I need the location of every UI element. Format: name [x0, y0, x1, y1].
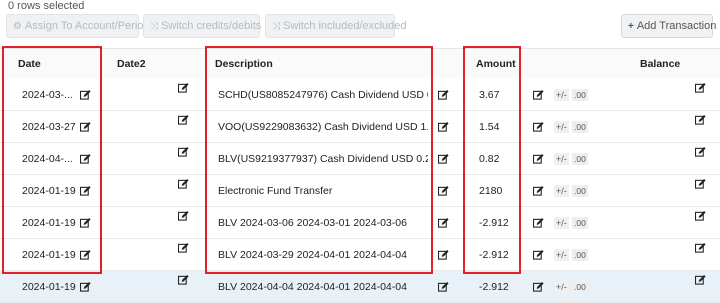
date-column-highlight [2, 46, 102, 274]
decimal-button[interactable]: .00 [572, 121, 588, 133]
shuffle-icon: ⤨ [272, 21, 280, 32]
toolbar: ⚙ Assign To Account/Period ⤨ Switch credit… [0, 12, 720, 40]
toggle-sign-button[interactable]: +/- [554, 89, 569, 101]
decimal-button[interactable]: .00 [572, 89, 588, 101]
edit-icon[interactable] [438, 186, 449, 196]
decimal-button[interactable]: .00 [572, 217, 588, 229]
edit-icon[interactable] [695, 115, 706, 125]
edit-icon[interactable] [695, 211, 706, 221]
edit-icon[interactable] [178, 83, 189, 93]
edit-icon[interactable] [178, 211, 189, 221]
header-balance[interactable]: Balance [640, 49, 680, 79]
edit-icon[interactable] [533, 186, 544, 196]
edit-icon[interactable] [533, 90, 544, 100]
amount-column-highlight [463, 46, 521, 274]
edit-icon[interactable] [533, 154, 544, 164]
toggle-sign-button[interactable]: +/- [554, 249, 569, 261]
edit-icon[interactable] [533, 122, 544, 132]
decimal-button[interactable]: .00 [572, 249, 588, 261]
edit-icon[interactable] [695, 179, 706, 189]
gear-icon: ⚙ [13, 21, 22, 32]
edit-icon[interactable] [178, 115, 189, 125]
amount-cell[interactable]: -2.912 [479, 271, 519, 302]
edit-icon[interactable] [438, 250, 449, 260]
table-row[interactable]: 2024-01-19 BLV 2024-04-04 2024-04-01 2024… [0, 271, 720, 303]
edit-icon[interactable] [178, 243, 189, 253]
edit-icon[interactable] [695, 83, 706, 93]
edit-icon[interactable] [178, 275, 189, 285]
edit-icon[interactable] [533, 282, 544, 292]
toggle-sign-button[interactable]: +/- [554, 217, 569, 229]
edit-icon[interactable] [695, 147, 706, 157]
date-cell[interactable]: 2024-01-19 [22, 271, 78, 302]
add-transaction-button[interactable]: + Add Transaction [621, 14, 716, 38]
decimal-button[interactable]: .00 [572, 153, 588, 165]
switch-included-button[interactable]: ⤨ Switch included/excluded [265, 14, 407, 38]
edit-icon[interactable] [695, 243, 706, 253]
edit-icon[interactable] [178, 147, 189, 157]
toggle-sign-button[interactable]: +/- [554, 185, 569, 197]
description-column-highlight [205, 46, 433, 274]
shuffle-icon: ⤨ [150, 21, 158, 32]
edit-icon[interactable] [438, 122, 449, 132]
decimal-button[interactable]: .00 [572, 281, 588, 293]
selection-count: 0 rows selected [8, 0, 85, 12]
header-date2[interactable]: Date2 [117, 49, 146, 79]
edit-icon[interactable] [533, 218, 544, 228]
edit-icon[interactable] [438, 218, 449, 228]
assign-button[interactable]: ⚙ Assign To Account/Period [6, 14, 150, 38]
edit-icon[interactable] [438, 154, 449, 164]
edit-icon[interactable] [438, 90, 449, 100]
edit-icon[interactable] [80, 282, 91, 292]
edit-icon[interactable] [438, 282, 449, 292]
switch-credits-button[interactable]: ⤨ Switch credits/debits [143, 14, 261, 38]
toggle-sign-button[interactable]: +/- [554, 121, 569, 133]
decimal-button[interactable]: .00 [572, 185, 588, 197]
edit-icon[interactable] [695, 275, 706, 285]
description-cell[interactable]: BLV 2024-04-04 2024-04-01 2024-04-04 [218, 271, 428, 302]
plus-icon: + [628, 21, 634, 32]
toggle-sign-button[interactable]: +/- [554, 281, 569, 293]
toggle-sign-button[interactable]: +/- [554, 153, 569, 165]
edit-icon[interactable] [533, 250, 544, 260]
edit-icon[interactable] [178, 179, 189, 189]
